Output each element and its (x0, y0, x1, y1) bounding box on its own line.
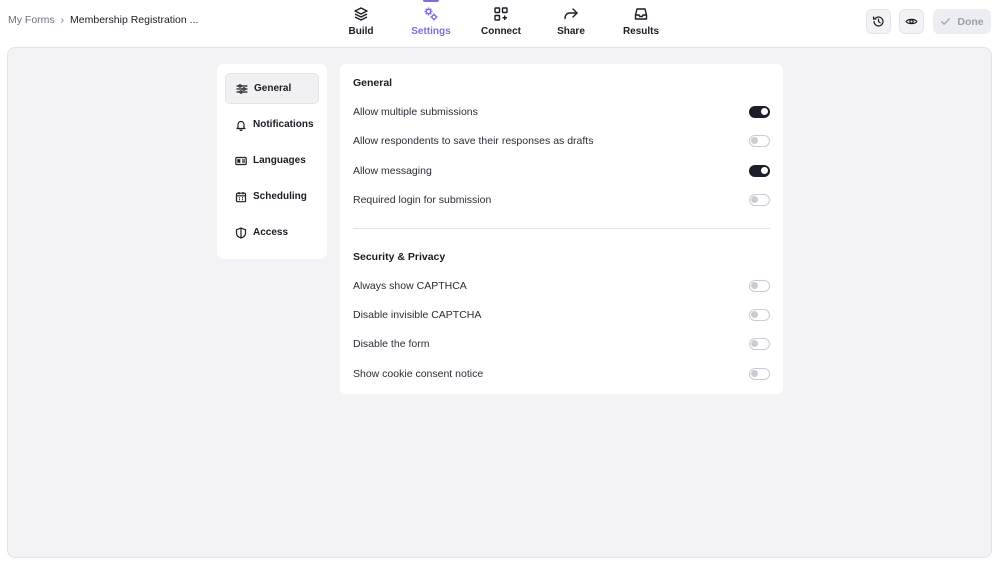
toggle-allow-multiple-submissions[interactable] (749, 106, 770, 118)
tab-results[interactable]: Results (618, 0, 664, 44)
toggle-knob (761, 167, 768, 174)
tab-share-label: Share (557, 26, 585, 37)
breadcrumb: My Forms › Membership Registration ... (8, 14, 198, 26)
section-divider (353, 228, 770, 229)
setting-row-disable-form: Disable the form (353, 334, 770, 354)
settings-side-menu: General Notifications Languages Scheduli… (217, 64, 327, 259)
menu-item-general[interactable]: General (225, 73, 319, 104)
tab-settings[interactable]: Settings (408, 0, 454, 44)
tab-settings-label: Settings (411, 26, 451, 37)
toggle-always-show-captcha[interactable] (749, 280, 770, 292)
section-title-security: Security & Privacy (353, 251, 446, 263)
toggle-knob (751, 340, 758, 347)
menu-item-languages[interactable]: Languages (225, 145, 319, 176)
setting-row-always-show-captcha: Always show CAPTHCA (353, 276, 770, 296)
menu-item-label: Notifications (253, 119, 314, 130)
setting-label: Allow messaging (353, 165, 432, 177)
menu-item-label: Languages (253, 155, 306, 166)
share-arrow-icon (564, 8, 578, 20)
toggle-knob (751, 137, 758, 144)
toggle-knob (751, 196, 758, 203)
setting-row-required-login: Required login for submission (353, 190, 770, 210)
calendar-icon (235, 191, 247, 202)
done-button[interactable]: Done (933, 9, 991, 34)
breadcrumb-form-title: Membership Registration ... (70, 14, 199, 26)
setting-label: Allow multiple submissions (353, 106, 478, 118)
tab-build-label: Build (348, 26, 374, 37)
tab-share[interactable]: Share (548, 0, 594, 44)
setting-row-allow-multiple-submissions: Allow multiple submissions (353, 102, 770, 122)
setting-row-disable-invisible-captcha: Disable invisible CAPTCHA (353, 305, 770, 325)
layers-icon (354, 7, 368, 21)
section-title-general: General (353, 77, 393, 89)
setting-label: Allow respondents to save their response… (353, 135, 594, 147)
setting-row-save-drafts: Allow respondents to save their response… (353, 131, 770, 151)
gears-icon (424, 7, 438, 21)
tab-connect-label: Connect (481, 26, 521, 37)
menu-item-scheduling[interactable]: Scheduling (225, 181, 319, 212)
language-icon (235, 156, 247, 165)
toggle-disable-invisible-captcha[interactable] (749, 309, 770, 321)
apps-plus-icon (494, 7, 508, 21)
setting-row-cookie-consent: Show cookie consent notice (353, 364, 770, 384)
top-bar: My Forms › Membership Registration ... B… (0, 0, 1000, 44)
toggle-cookie-consent[interactable] (749, 368, 770, 380)
toggle-disable-form[interactable] (749, 338, 770, 350)
menu-item-access[interactable]: Access (225, 217, 319, 248)
tab-connect[interactable]: Connect (478, 0, 524, 44)
setting-label: Show cookie consent notice (353, 368, 484, 380)
toggle-knob (751, 370, 758, 377)
toggle-allow-messaging[interactable] (749, 165, 770, 177)
check-icon (941, 18, 951, 25)
setting-label: Disable invisible CAPTCHA (353, 309, 482, 321)
preview-button[interactable] (899, 9, 924, 34)
menu-item-label: Scheduling (253, 191, 307, 202)
toggle-knob (761, 108, 768, 115)
menu-item-label: Access (253, 227, 289, 238)
toggle-knob (751, 311, 758, 318)
menu-item-notifications[interactable]: Notifications (225, 109, 319, 140)
tab-build[interactable]: Build (338, 0, 384, 44)
bell-icon (236, 120, 246, 131)
toggle-save-drafts[interactable] (749, 135, 770, 147)
tab-results-label: Results (622, 26, 660, 37)
done-label: Done (957, 15, 984, 28)
history-button[interactable] (866, 9, 891, 34)
toggle-knob (751, 282, 758, 289)
inbox-icon (634, 8, 648, 20)
setting-label: Disable the form (353, 338, 430, 350)
setting-label: Required login for submission (353, 194, 492, 206)
history-icon (873, 16, 884, 27)
toggle-required-login[interactable] (749, 194, 770, 206)
setting-row-allow-messaging: Allow messaging (353, 161, 770, 181)
breadcrumb-my-forms-link[interactable]: My Forms (8, 14, 55, 26)
menu-item-label: General (254, 83, 292, 94)
sliders-icon (236, 83, 248, 94)
breadcrumb-separator: › (60, 14, 65, 26)
settings-panel: General Allow multiple submissions Allow… (340, 64, 783, 394)
setting-label: Always show CAPTHCA (353, 280, 467, 292)
shield-icon (235, 226, 247, 239)
main-nav: Build Settings Connect Share Results (338, 0, 664, 44)
eye-icon (905, 18, 918, 25)
